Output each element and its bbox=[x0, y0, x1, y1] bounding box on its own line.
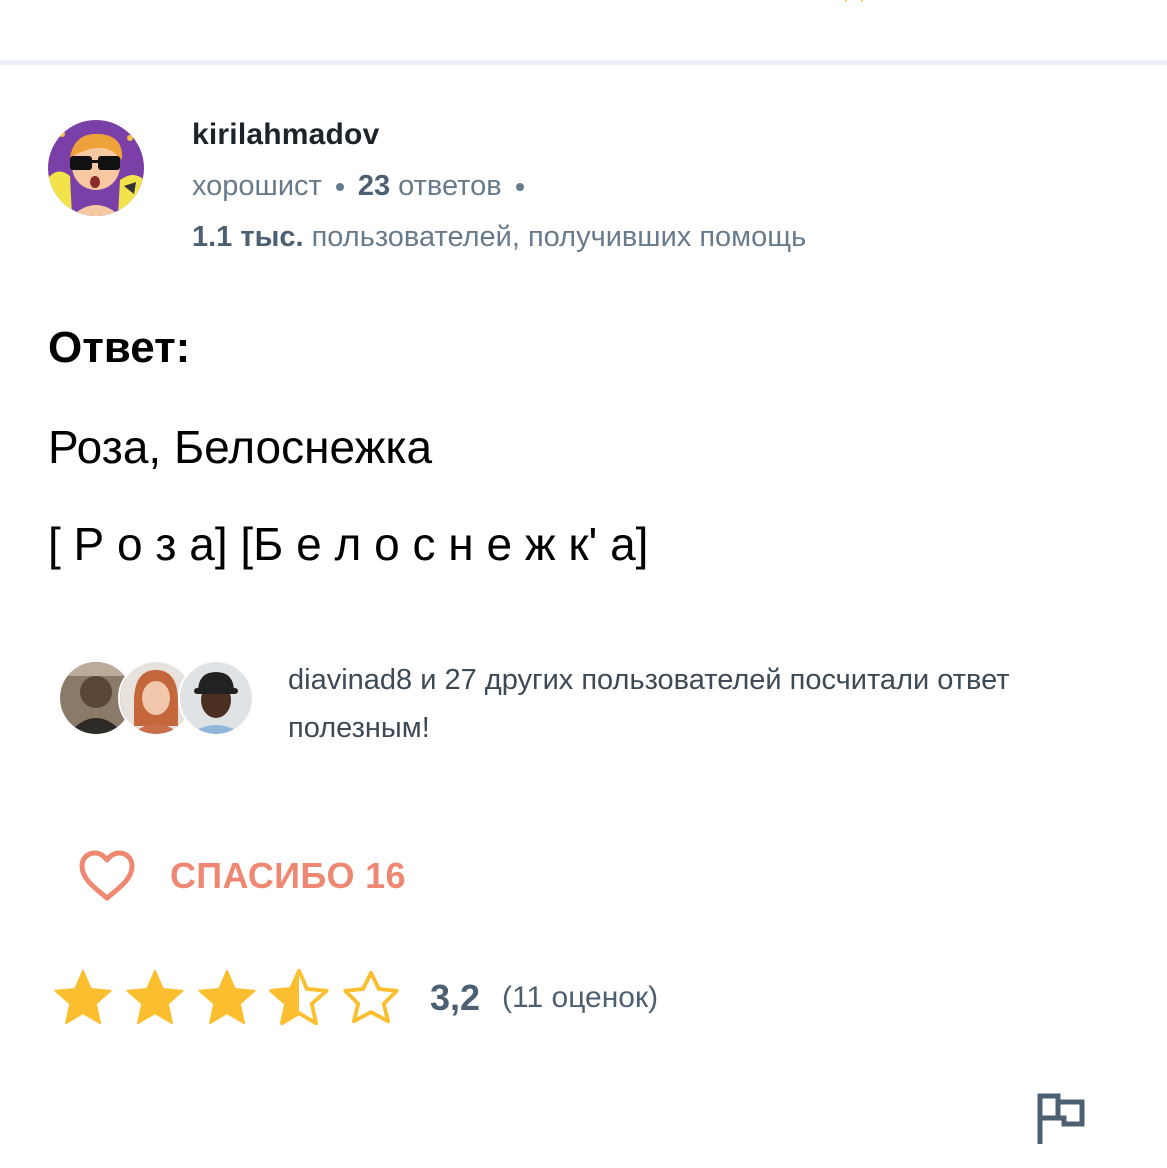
rating-count: (11 оценок) bbox=[502, 981, 659, 1014]
star-icon[interactable] bbox=[124, 967, 186, 1029]
answers-label: ответов bbox=[398, 170, 502, 202]
star-icon[interactable] bbox=[196, 967, 258, 1029]
thanks-label: СПАСИБО 16 bbox=[170, 855, 406, 896]
answer-transcription-line: [ Р о з а] [Б е л о с н е ж к' а] bbox=[48, 518, 649, 570]
star-icon bbox=[844, 0, 864, 2]
answer-text-line: Роза, Белоснежка bbox=[48, 421, 433, 473]
avatar-illustration bbox=[48, 120, 144, 216]
section-divider bbox=[0, 60, 1167, 65]
heart-icon bbox=[79, 850, 135, 901]
answer-heading: Ответ: bbox=[48, 323, 191, 372]
helped-count: 1.1 тыс. bbox=[192, 221, 304, 253]
author-rank: хорошист bbox=[192, 170, 322, 202]
separator-dot bbox=[515, 183, 524, 192]
star-outline-icon[interactable] bbox=[340, 967, 402, 1029]
helpers-summary: diavinad8 и 27 других пользователей посч… bbox=[288, 664, 1010, 744]
star-icon[interactable] bbox=[52, 967, 114, 1029]
thanks-button[interactable]: СПАСИБО 16 bbox=[78, 848, 406, 904]
author-avatar[interactable] bbox=[48, 120, 144, 216]
rating-widget: 3,2 (11 оценок) bbox=[52, 966, 658, 1030]
helped-label: пользователей, получивших помощь bbox=[311, 221, 807, 253]
helper-avatar bbox=[178, 660, 254, 736]
rating-value: 3,2 bbox=[430, 977, 481, 1018]
flag-icon[interactable] bbox=[1034, 1090, 1088, 1146]
author-helped: 1.1 тыс. пользователей, получивших помощ… bbox=[192, 221, 806, 254]
star-half-icon[interactable] bbox=[268, 967, 330, 1029]
separator-dot bbox=[335, 183, 344, 192]
author-username[interactable]: kirilahmadov bbox=[192, 118, 379, 152]
answers-count: 23 bbox=[357, 170, 391, 202]
author-meta: хорошист 23 ответов bbox=[192, 170, 538, 203]
helpers-avatars[interactable] bbox=[58, 660, 258, 736]
top-strip bbox=[0, 0, 1167, 60]
